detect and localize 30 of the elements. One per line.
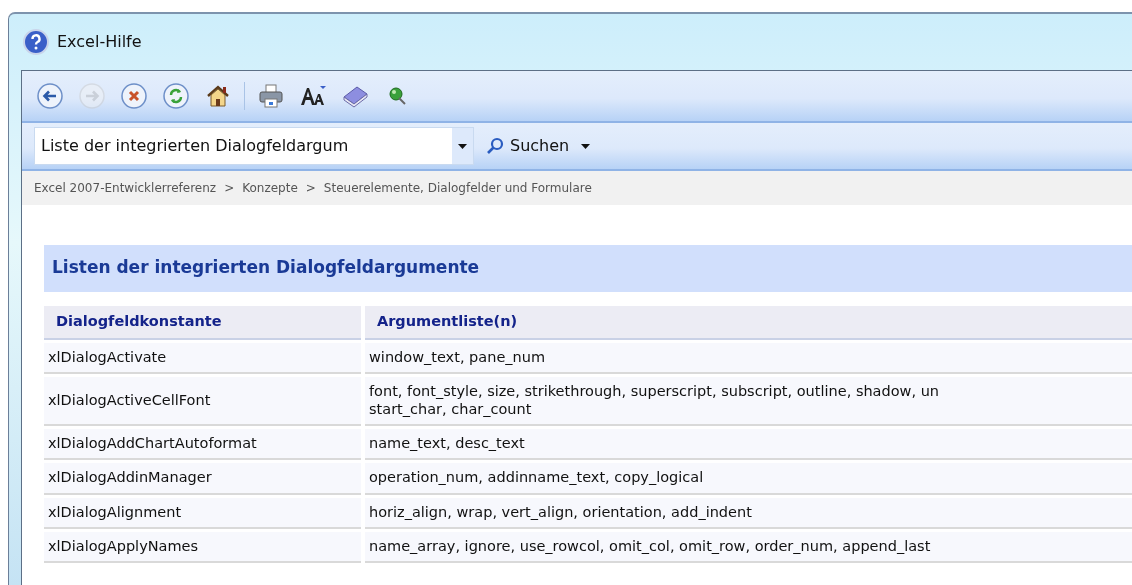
table-cell: window_text, pane_num <box>365 342 1132 375</box>
refresh-icon <box>162 82 190 110</box>
stop-icon <box>120 82 148 110</box>
breadcrumb-link[interactable]: Konzepte <box>242 179 298 197</box>
search-icon <box>486 137 504 155</box>
help-icon <box>23 29 49 55</box>
breadcrumb-link[interactable]: Excel 2007-Entwicklerreferenz <box>34 179 217 197</box>
search-button[interactable]: Suchen <box>482 134 574 158</box>
column-header: Dialogfeldkonstante <box>44 306 361 340</box>
table-cell: font, font_style, size, strikethrough, superscript, subscript, outline, shadow, un start_char, char_count <box>365 377 1132 426</box>
column-header: Argumentliste(n) <box>365 306 1132 340</box>
section-heading: Listen der integrierten Dialogfeldargumente <box>44 245 1132 292</box>
table-cell: name_array, ignore, use_rowcol, omit_col, omit_row, order_num, append_last <box>365 532 1132 564</box>
table-cell: xlDialogActivate <box>44 342 361 375</box>
caret-icon[interactable] <box>581 143 591 149</box>
breadcrumb-separator: > <box>304 180 317 197</box>
table-cell: xlDialogAlignment <box>44 497 361 530</box>
window-title: Excel-Hilfe <box>57 31 142 53</box>
breadcrumb-separator: > <box>223 180 236 197</box>
back-icon <box>36 82 64 110</box>
table-cell: xlDialogAddChartAutoformat <box>44 428 361 461</box>
printer-icon <box>257 82 285 110</box>
forward-icon <box>78 82 106 110</box>
breadcrumb-link[interactable]: Steuerelemente, Dialogfelder und Formulare <box>323 179 592 197</box>
table-cell: operation_num, addinname_text, copy_logical <box>365 463 1132 495</box>
table-cell: xlDialogActiveCellFont <box>44 377 361 426</box>
table-cell: horiz_align, wrap, vert_align, orientation, add_indent <box>365 497 1132 530</box>
table-cell: xlDialogApplyNames <box>44 532 361 564</box>
table-cell: xlDialogAddinManager <box>44 463 361 495</box>
table-cell: name_text, desc_text <box>365 428 1132 461</box>
